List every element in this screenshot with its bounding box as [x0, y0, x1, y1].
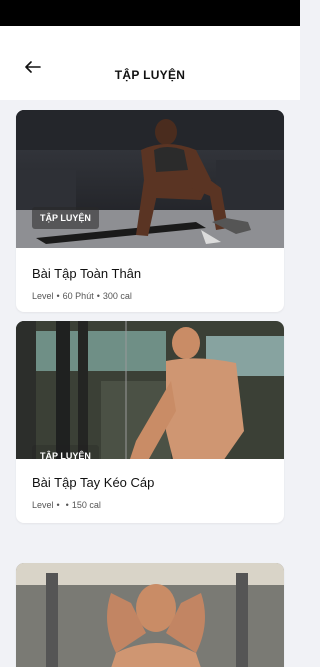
app-header: TẬP LUYỆN — [0, 26, 300, 100]
workout-calories: 150 cal — [71, 500, 101, 510]
workout-duration: 60 Phút — [62, 291, 94, 301]
workout-meta: Level • • 150 cal — [32, 500, 101, 510]
workout-level: Level — [32, 291, 54, 301]
workout-image: TẬP LUYỆN — [16, 110, 284, 248]
status-bar — [0, 0, 300, 26]
workout-card-cable-curl[interactable]: TẬP LUYỆN Bài Tập Tay Kéo Cáp Level • • 150… — [16, 321, 284, 523]
workout-badge: TẬP LUYỆN — [32, 207, 99, 229]
workout-meta: Level • 60 Phút • 300 cal — [32, 291, 132, 301]
page-title: TẬP LUYỆN — [114, 68, 186, 82]
workout-card-full-body[interactable]: TẬP LUYỆN Bài Tập Toàn Thân Level • 60 Phú… — [16, 110, 284, 312]
workout-list[interactable]: TẬP LUYỆN Bài Tập Toàn Thân Level • 60 Phú… — [0, 100, 300, 667]
workout-title: Bài Tập Tay Kéo Cáp — [32, 475, 155, 490]
workout-image: TẬP LUYỆN — [16, 321, 284, 459]
workout-calories: 300 cal — [102, 291, 132, 301]
workout-level: Level — [32, 500, 54, 510]
workout-image — [16, 563, 284, 667]
workout-card-overhead[interactable] — [16, 563, 284, 667]
workout-title: Bài Tập Toàn Thân — [32, 266, 142, 281]
workout-badge: TẬP LUYỆN — [32, 445, 99, 459]
